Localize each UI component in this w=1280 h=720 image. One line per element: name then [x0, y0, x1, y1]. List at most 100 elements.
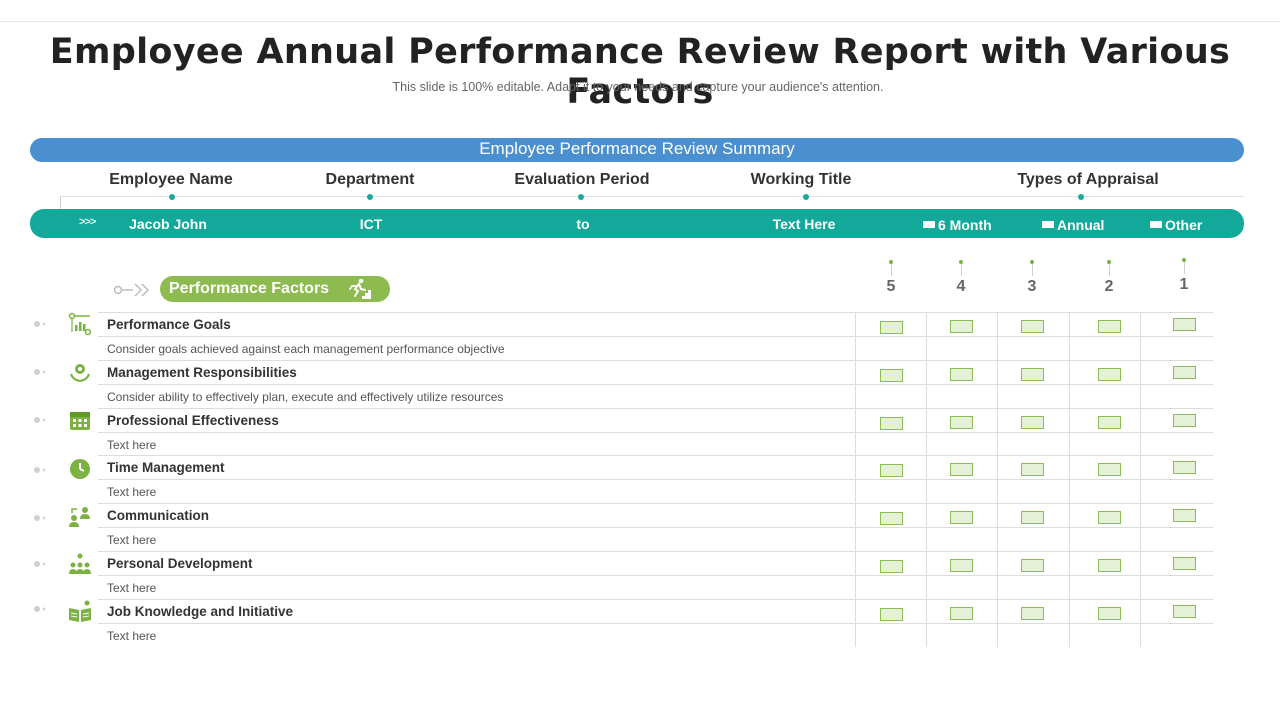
factor-description[interactable]: Consider goals achieved against each man… — [107, 342, 505, 356]
row-divider — [98, 622, 1213, 624]
rating-checkbox-2[interactable] — [1097, 320, 1121, 333]
connector-dot — [578, 194, 584, 200]
rating-checkbox-2[interactable] — [1097, 415, 1121, 429]
row-divider — [98, 575, 1213, 576]
rating-checkbox-5[interactable] — [879, 512, 903, 526]
rating-checkbox-2[interactable] — [1097, 367, 1121, 381]
rating-checkbox-5[interactable] — [879, 416, 903, 430]
department-label: Department — [325, 171, 415, 188]
working-title-label: Working Title — [750, 171, 852, 188]
row-divider — [98, 503, 1213, 505]
chart-settings-icon — [68, 312, 92, 336]
bullet-icon — [34, 467, 46, 473]
summary-bar: Employee Performance Review Summary — [30, 138, 1244, 162]
rating-checkbox-5[interactable] — [879, 607, 903, 621]
rating-checkbox-2[interactable] — [1097, 606, 1121, 620]
rating-checkbox-4[interactable] — [949, 606, 973, 620]
bullet-icon — [34, 369, 46, 375]
rating-checkbox-4[interactable] — [949, 511, 973, 525]
factor-description[interactable]: Text here — [107, 485, 156, 499]
bullet-icon — [34, 606, 46, 612]
factor-description[interactable]: Text here — [107, 533, 156, 547]
rating-header-3: 3 — [1017, 260, 1047, 296]
row-divider — [98, 527, 1213, 529]
rating-checkbox-5[interactable] — [879, 321, 903, 334]
rating-checkbox-1[interactable] — [1172, 318, 1196, 331]
rating-checkbox-1[interactable] — [1172, 365, 1196, 379]
row-divider — [98, 336, 1213, 337]
bullet-icon — [34, 417, 46, 423]
page-subtitle: This slide is 100% editable. Adapt it to… — [392, 80, 884, 94]
rating-checkbox-3[interactable] — [1020, 463, 1044, 477]
checkbox-icon[interactable] — [923, 221, 935, 228]
evaluation-period-label: Evaluation Period — [514, 171, 650, 188]
employee-name-label: Employee Name — [109, 171, 233, 188]
factor-description[interactable]: Text here — [107, 438, 156, 452]
rating-checkbox-5[interactable] — [879, 560, 903, 573]
factor-name: Communication — [107, 508, 210, 524]
clock-icon — [70, 459, 90, 479]
arrows-icon: >>> — [79, 216, 96, 228]
row-divider — [98, 431, 1213, 433]
appraisal-types-label: Types of Appraisal — [1017, 171, 1159, 188]
performance-factors-table: Performance Goals Consider goals achieved… — [98, 312, 1213, 647]
rating-checkbox-4[interactable] — [949, 367, 973, 381]
department-value[interactable]: ICT — [360, 216, 383, 232]
factor-name: Time Management — [107, 460, 225, 476]
rating-checkbox-3[interactable] — [1020, 606, 1044, 620]
rating-header-2: 2 — [1094, 260, 1124, 296]
factor-description[interactable]: Text here — [107, 629, 156, 643]
row-divider — [98, 312, 1213, 313]
rating-checkbox-2[interactable] — [1097, 511, 1121, 525]
employee-name-value[interactable]: Jacob John — [129, 216, 207, 232]
rating-checkbox-5[interactable] — [879, 368, 903, 382]
row-divider — [98, 359, 1213, 361]
appraisal-option-6-month[interactable]: 6 Month — [923, 217, 992, 233]
connector-dot — [803, 194, 809, 200]
rating-checkbox-1[interactable] — [1172, 413, 1196, 427]
performance-factors-pill: Performance Factors — [160, 276, 390, 302]
rating-checkbox-3[interactable] — [1020, 511, 1044, 525]
book-idea-icon — [69, 600, 91, 622]
rating-checkbox-2[interactable] — [1097, 559, 1121, 572]
factor-name: Personal Development — [107, 556, 253, 571]
row-divider — [98, 598, 1213, 600]
bullet-icon — [34, 321, 46, 327]
factor-name: Job Knowledge and Initiative — [107, 603, 294, 619]
factor-name: Professional Effectiveness — [107, 412, 279, 428]
checkbox-icon[interactable] — [1042, 221, 1054, 228]
rating-checkbox-4[interactable] — [949, 320, 973, 333]
header-connector-line — [60, 196, 1244, 197]
employee-info-bar: >>> Jacob John ICT to Text Here 6 Month … — [30, 209, 1244, 238]
rating-checkbox-1[interactable] — [1172, 509, 1196, 523]
top-divider — [0, 21, 1280, 22]
rating-checkbox-1[interactable] — [1172, 461, 1196, 475]
factor-description[interactable]: Text here — [107, 581, 156, 595]
factor-name: Performance Goals — [107, 317, 231, 332]
factor-name: Management Responsibilities — [107, 364, 297, 380]
rating-checkbox-3[interactable] — [1020, 415, 1044, 429]
hands-gear-icon — [70, 364, 90, 383]
calendar-icon — [70, 412, 90, 430]
rating-checkbox-4[interactable] — [949, 463, 973, 477]
rating-checkbox-4[interactable] — [949, 415, 973, 429]
checkbox-icon[interactable] — [1150, 221, 1162, 228]
rating-checkbox-2[interactable] — [1097, 463, 1121, 477]
rating-checkbox-4[interactable] — [949, 559, 973, 572]
row-divider — [98, 479, 1213, 481]
connector-dot — [169, 194, 175, 200]
people-exchange-icon — [69, 507, 90, 527]
rating-checkbox-1[interactable] — [1172, 557, 1196, 570]
rating-checkbox-3[interactable] — [1020, 367, 1044, 381]
working-title-value[interactable]: Text Here — [773, 216, 836, 232]
rating-header-5: 5 — [876, 260, 906, 296]
connector-dot — [367, 194, 373, 200]
appraisal-option-annual[interactable]: Annual — [1042, 217, 1104, 233]
appraisal-option-other[interactable]: Other — [1150, 217, 1202, 233]
rating-checkbox-3[interactable] — [1020, 320, 1044, 333]
rating-checkbox-5[interactable] — [879, 464, 903, 478]
rating-checkbox-3[interactable] — [1020, 559, 1044, 572]
evaluation-period-value[interactable]: to — [576, 216, 589, 232]
factor-description[interactable]: Consider ability to effectively plan, ex… — [107, 390, 503, 404]
rating-checkbox-1[interactable] — [1172, 604, 1196, 618]
